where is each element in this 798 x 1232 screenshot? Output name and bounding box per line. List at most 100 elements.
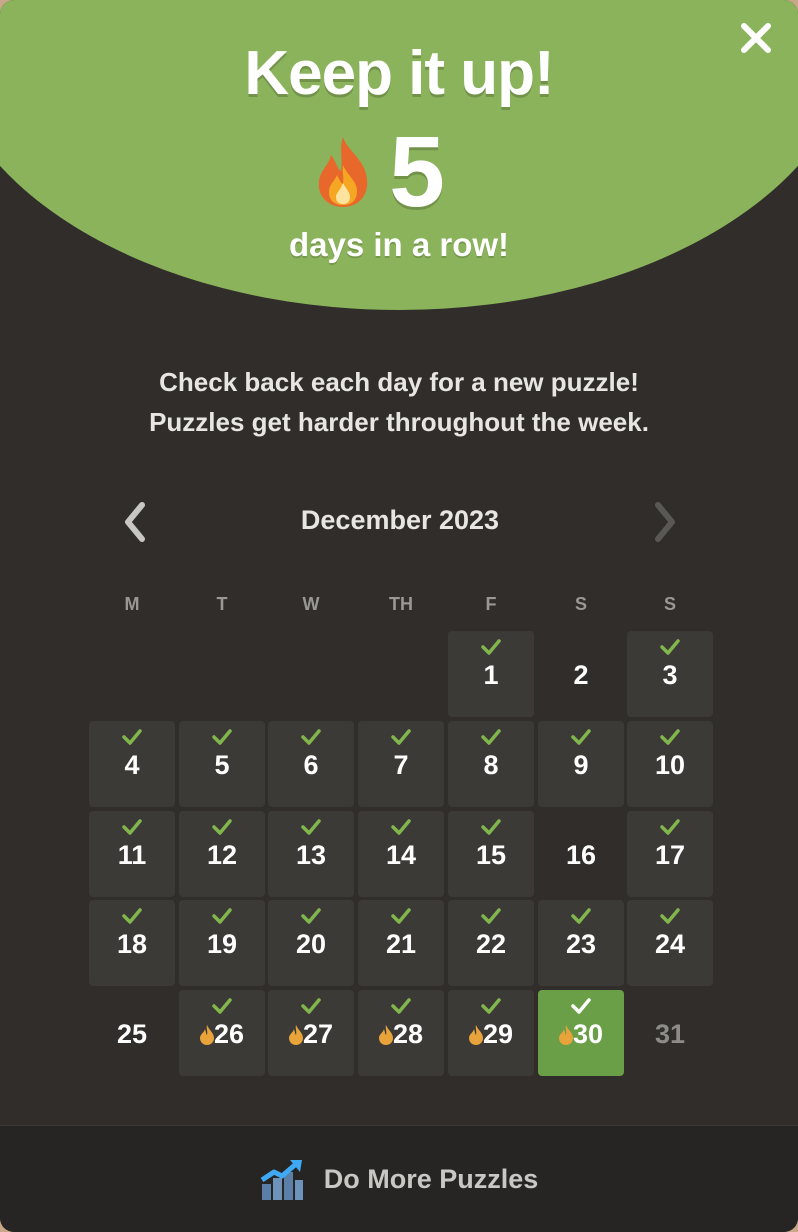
weekday-label: W: [302, 594, 320, 614]
calendar-day[interactable]: 10: [627, 721, 713, 807]
checkmark-icon: [481, 998, 501, 1014]
calendar-day[interactable]: 21: [358, 900, 444, 986]
weekday-label: TH: [389, 594, 413, 614]
day-number: 21: [385, 929, 417, 959]
calendar-day[interactable]: 2: [538, 631, 624, 717]
streak-label: days in a row!: [288, 226, 510, 263]
day-number: 30: [572, 1019, 604, 1049]
day-number: 13: [295, 840, 327, 870]
flame-icon: [468, 1025, 483, 1045]
calendar-day[interactable]: 27: [268, 990, 354, 1076]
calendar-day[interactable]: 15: [448, 811, 534, 897]
streak-modal: Keep it up! 5 days in a row! Check back …: [0, 0, 798, 1232]
calendar-day[interactable]: 20: [268, 900, 354, 986]
calendar-day[interactable]: 6: [268, 721, 354, 807]
checkmark-icon: [391, 908, 411, 924]
checkmark-icon: [391, 819, 411, 835]
checkmark-icon: [301, 998, 321, 1014]
calendar-day[interactable]: 11: [89, 811, 175, 897]
day-number: 31: [654, 1019, 686, 1049]
day-number: 4: [124, 750, 140, 780]
day-number-wrap: 4: [89, 749, 175, 781]
checkmark-icon: [571, 729, 591, 745]
day-number: 28: [392, 1019, 424, 1049]
calendar-day[interactable]: 12: [179, 811, 265, 897]
day-number-wrap: 16: [538, 839, 624, 871]
calendar-header: December 2023: [110, 495, 690, 549]
calendar-day[interactable]: 31: [627, 990, 713, 1076]
next-month-button[interactable]: [640, 495, 690, 549]
checkmark-icon: [571, 908, 591, 924]
calendar-day[interactable]: 9: [538, 721, 624, 807]
day-number: 11: [117, 840, 147, 870]
day-number-wrap: 21: [358, 928, 444, 960]
chevron-right-icon: [655, 502, 675, 542]
day-number: 8: [483, 750, 499, 780]
calendar-day[interactable]: 28: [358, 990, 444, 1076]
checkmark-icon: [122, 729, 142, 745]
checkmark-icon: [660, 639, 680, 655]
checkmark-icon: [481, 908, 501, 924]
calendar-day[interactable]: 3: [627, 631, 713, 717]
day-number-wrap: 6: [268, 749, 354, 781]
checkmark-icon: [391, 998, 411, 1014]
day-number: 7: [393, 750, 409, 780]
day-number-wrap: 30: [538, 1018, 624, 1050]
day-number-wrap: 31: [627, 1018, 713, 1050]
day-number-wrap: 5: [179, 749, 265, 781]
calendar-day[interactable]: 5: [179, 721, 265, 807]
flame-icon: [288, 1025, 303, 1045]
day-number: 27: [302, 1019, 334, 1049]
checkmark-icon: [481, 729, 501, 745]
day-number: 2: [573, 660, 589, 690]
day-number: 17: [654, 840, 686, 870]
calendar-day[interactable]: 1: [448, 631, 534, 717]
checkmark-icon: [212, 819, 232, 835]
checkmark-icon: [571, 998, 591, 1014]
checkmark-icon: [122, 908, 142, 924]
calendar-day[interactable]: 7: [358, 721, 444, 807]
info-text: Check back each day for a new puzzle! Pu…: [0, 362, 798, 442]
calendar-day[interactable]: 22: [448, 900, 534, 986]
day-number-wrap: 15: [448, 839, 534, 871]
calendar-day[interactable]: 19: [179, 900, 265, 986]
calendar-day[interactable]: 29: [448, 990, 534, 1076]
checkmark-icon: [212, 998, 232, 1014]
calendar-day[interactable]: 24: [627, 900, 713, 986]
checkmark-icon: [391, 729, 411, 745]
day-number: 5: [214, 750, 230, 780]
day-number: 12: [206, 840, 238, 870]
day-number-wrap: 29: [448, 1018, 534, 1050]
day-number-wrap: 9: [538, 749, 624, 781]
flame-icon: [313, 135, 373, 209]
day-number-wrap: 7: [358, 749, 444, 781]
day-number-wrap: 18: [89, 928, 175, 960]
checkmark-icon: [122, 819, 142, 835]
flame-icon: [199, 1025, 214, 1045]
trend-chart-icon: [260, 1158, 304, 1200]
checkmark-icon: [301, 819, 321, 835]
day-number-wrap: 1: [448, 659, 534, 691]
do-more-puzzles-button[interactable]: Do More Puzzles: [0, 1125, 798, 1232]
day-number: 25: [116, 1019, 148, 1049]
do-more-puzzles-label: Do More Puzzles: [323, 1163, 539, 1194]
day-number-wrap: 26: [179, 1018, 265, 1050]
calendar-day[interactable]: 26: [179, 990, 265, 1076]
prev-month-button[interactable]: [110, 495, 160, 549]
checkmark-icon: [660, 729, 680, 745]
day-number-wrap: 22: [448, 928, 534, 960]
calendar-day[interactable]: 4: [89, 721, 175, 807]
calendar-day[interactable]: 14: [358, 811, 444, 897]
calendar-day[interactable]: 13: [268, 811, 354, 897]
calendar-day[interactable]: 8: [448, 721, 534, 807]
day-number: 16: [565, 840, 597, 870]
calendar-day[interactable]: 23: [538, 900, 624, 986]
calendar-day[interactable]: 18: [89, 900, 175, 986]
calendar-day[interactable]: 16: [538, 811, 624, 897]
calendar-day[interactable]: 25: [89, 990, 175, 1076]
day-number: 26: [213, 1019, 245, 1049]
day-number-wrap: 12: [179, 839, 265, 871]
calendar-day[interactable]: 17: [627, 811, 713, 897]
day-number-wrap: 14: [358, 839, 444, 871]
calendar-day[interactable]: 30: [538, 990, 624, 1076]
